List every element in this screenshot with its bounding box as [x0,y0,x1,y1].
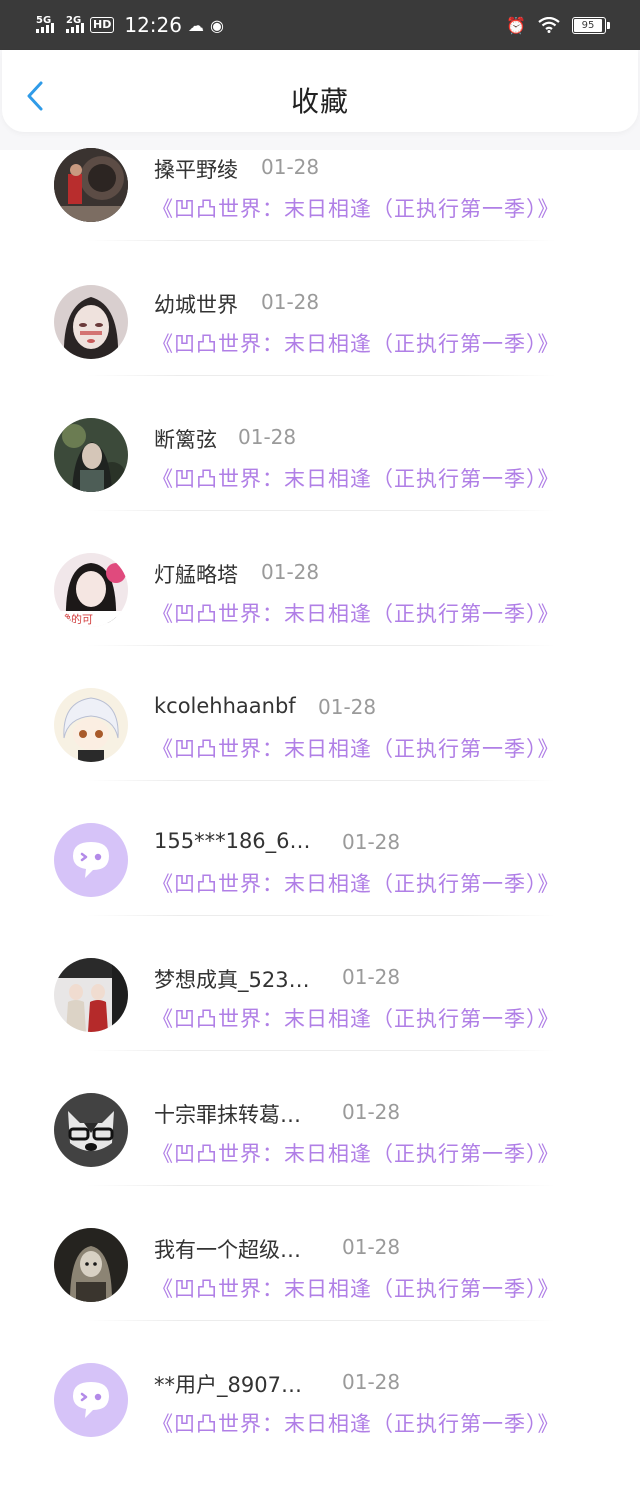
work-title-link[interactable]: 《凹凸世界：末日相逢（正执行第一季）》 [152,1408,560,1438]
username[interactable]: 155***186_6… [154,829,311,853]
work-title-link[interactable]: 《凹凸世界：末日相逢（正执行第一季）》 [152,1273,560,1303]
work-title-link[interactable]: 《凹凸世界：末日相逢（正执行第一季）》 [152,328,560,358]
default-avatar-icon[interactable] [54,823,128,897]
battery-level: 95 [581,19,595,31]
divider [86,1320,556,1321]
favorite-date: 01-28 [342,830,401,854]
favorite-date: 01-28 [342,1235,401,1259]
list-item[interactable]: 搡平野绫 01-28 《凹凸世界：末日相逢（正执行第一季）》 [0,148,640,285]
divider [86,1050,556,1051]
list-item[interactable]: 我有一个超级… 01-28 《凹凸世界：末日相逢（正执行第一季）》 [0,1228,640,1365]
list-item[interactable]: 十宗罪抹转葛… 01-28 《凹凸世界：末日相逢（正执行第一季）》 [0,1093,640,1230]
page-title: 收藏 [290,85,349,118]
username[interactable]: 我有一个超级… [154,1234,301,1264]
cloud-icon: ☁ [187,15,204,35]
list-item[interactable]: 馋的可 灯艋略塔 01-28 《凹凸世界：末日相逢（正执行第一季）》 [0,553,640,690]
user-avatar[interactable]: 馋的可 [54,553,128,627]
user-avatar[interactable] [54,148,128,222]
user-avatar[interactable] [54,1093,128,1167]
battery-icon: 95 [572,16,610,34]
favorite-date: 01-28 [342,965,401,989]
network-type: 2G [66,15,82,26]
divider [86,780,556,781]
username[interactable]: 十宗罪抹转葛… [154,1099,301,1129]
work-title-link[interactable]: 《凹凸世界：末日相逢（正执行第一季）》 [152,1138,560,1168]
favorite-date: 01-28 [318,695,377,719]
status-bar: 5G 2G HD 12:26 ☁ ◉ ⏰ 95 [0,0,640,50]
work-title-link[interactable]: 《凹凸世界：末日相逢（正执行第一季）》 [152,868,560,898]
list-item[interactable]: 155***186_6… 01-28 《凹凸世界：末日相逢（正执行第一季）》 [0,823,640,960]
favorite-date: 01-28 [238,425,297,449]
username[interactable]: 搡平野绫 [154,154,238,184]
favorite-date: 01-28 [261,560,320,584]
divider [86,1185,556,1186]
user-avatar[interactable] [54,688,128,762]
list-item[interactable]: **用户_8907… 01-28 《凹凸世界：末日相逢（正执行第一季）》 [0,1363,640,1500]
alarm-icon: ⏰ [506,15,526,35]
divider [86,915,556,916]
username[interactable]: 梦想成真_523… [154,964,310,994]
work-title-link[interactable]: 《凹凸世界：末日相逢（正执行第一季）》 [152,1003,560,1033]
app-header: 收藏 [2,50,638,132]
work-title-link[interactable]: 《凹凸世界：末日相逢（正执行第一季）》 [152,733,560,763]
default-avatar-icon[interactable] [54,1363,128,1437]
divider [86,645,556,646]
divider [86,240,556,241]
signal-icon: 5G [36,15,54,33]
user-avatar[interactable] [54,958,128,1032]
svg-text:馋的可: 馋的可 [60,612,93,626]
user-avatar[interactable] [54,285,128,359]
divider [86,375,556,376]
work-title-link[interactable]: 《凹凸世界：末日相逢（正执行第一季）》 [152,193,560,223]
favorite-date: 01-28 [261,290,320,314]
user-avatar[interactable] [54,1228,128,1302]
list-item[interactable]: 梦想成真_523… 01-28 《凹凸世界：末日相逢（正执行第一季）》 [0,958,640,1095]
signal-icon: 2G [66,15,84,33]
clock: 12:26 [124,13,182,37]
hd-icon: HD [90,17,115,33]
username[interactable]: kcolehhaanbf [154,694,296,718]
favorite-date: 01-28 [342,1370,401,1394]
network-type: 5G [36,15,52,26]
favorite-date: 01-28 [342,1100,401,1124]
username[interactable]: 幼城世界 [154,289,238,319]
list-item[interactable]: kcolehhaanbf 01-28 《凹凸世界：末日相逢（正执行第一季）》 [0,688,640,825]
username[interactable]: 断篱弦 [154,424,217,454]
username[interactable]: 灯艋略塔 [154,559,238,589]
work-title-link[interactable]: 《凹凸世界：末日相逢（正执行第一季）》 [152,463,560,493]
wifi-icon [538,17,560,33]
list-item[interactable]: 断篱弦 01-28 《凹凸世界：末日相逢（正执行第一季）》 [0,418,640,555]
user-avatar[interactable] [54,418,128,492]
compass-icon: ◉ [209,15,224,35]
list-item[interactable]: 幼城世界 01-28 《凹凸世界：末日相逢（正执行第一季）》 [0,285,640,420]
favorite-date: 01-28 [261,155,320,179]
username[interactable]: **用户_8907… [154,1369,302,1399]
work-title-link[interactable]: 《凹凸世界：末日相逢（正执行第一季）》 [152,598,560,628]
divider [86,510,556,511]
